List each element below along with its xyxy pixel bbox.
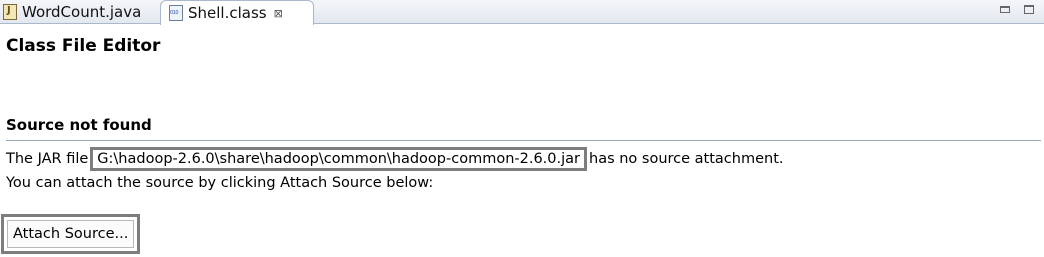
minimize-icon[interactable] bbox=[1000, 6, 1010, 13]
class-file-icon bbox=[169, 5, 183, 21]
section-title: Source not found bbox=[6, 116, 152, 134]
tab-wordcount-java[interactable]: WordCount.java bbox=[0, 0, 156, 24]
class-file-editor: Class File Editor Source not found The J… bbox=[0, 25, 1044, 257]
attach-source-button[interactable]: Attach Source... bbox=[7, 220, 135, 248]
jar-path: G:\hadoop-2.6.0\share\hadoop\common\hado… bbox=[90, 147, 587, 171]
editor-tab-bar: WordCount.java Shell.class ⊠ bbox=[0, 0, 1044, 25]
tab-shell-class[interactable]: Shell.class ⊠ bbox=[160, 0, 314, 25]
message-prefix: The JAR file bbox=[6, 151, 89, 167]
tab-label: WordCount.java bbox=[22, 3, 142, 21]
maximize-icon[interactable] bbox=[1024, 5, 1034, 14]
tab-label: Shell.class bbox=[188, 4, 267, 22]
separator bbox=[6, 140, 1041, 141]
close-tab-icon[interactable]: ⊠ bbox=[274, 7, 283, 20]
java-file-icon bbox=[3, 4, 17, 20]
message-suffix: has no source attachment. bbox=[589, 151, 784, 167]
attach-source-highlight: Attach Source... bbox=[1, 214, 141, 254]
page-title: Class File Editor bbox=[6, 36, 161, 56]
attach-instruction: You can attach the source by clicking At… bbox=[6, 175, 434, 191]
source-message: The JAR file G:\hadoop-2.6.0\share\hadoo… bbox=[6, 147, 784, 171]
